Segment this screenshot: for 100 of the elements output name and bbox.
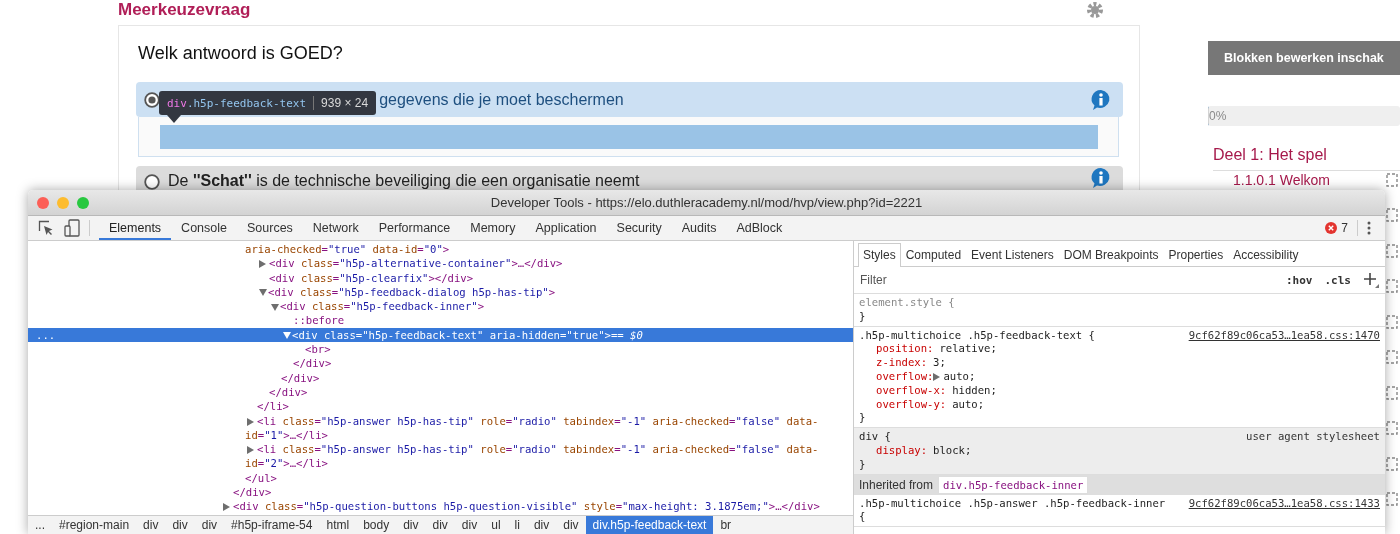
css-declaration[interactable]: z-index: 3; bbox=[859, 356, 1380, 370]
css-selector: div { bbox=[859, 430, 891, 444]
disclosure-triangle-icon[interactable] bbox=[259, 289, 267, 297]
dom-line[interactable]: <li class="h5p-answer h5p-has-tip" role="radio" tabindex="-1" aria-checked="false" data-id="1">…</li> bbox=[28, 413, 853, 443]
styles-pane-tab[interactable]: Properties bbox=[1163, 243, 1229, 266]
breadcrumb-item[interactable]: div bbox=[556, 516, 586, 534]
breadcrumb-item[interactable]: div bbox=[165, 516, 195, 534]
inherited-element-link[interactable]: div.h5p-feedback-inner bbox=[938, 475, 1089, 494]
css-declaration[interactable]: overflow-y: auto; bbox=[859, 397, 1380, 412]
completion-checkbox-icon[interactable] bbox=[1386, 173, 1398, 187]
dom-line[interactable]: <br> bbox=[28, 342, 853, 357]
radio-icon bbox=[144, 174, 160, 190]
css-selector: element.style { bbox=[859, 296, 955, 310]
breadcrumb-item[interactable]: #h5p-iframe-54 bbox=[224, 516, 320, 534]
breadcrumb-item[interactable]: ... bbox=[28, 516, 52, 534]
dom-line[interactable]: <div class="h5p-feedback-inner"> bbox=[28, 299, 853, 314]
class-toggle[interactable]: .cls bbox=[1324, 273, 1351, 287]
breadcrumb-item[interactable]: div bbox=[396, 516, 426, 534]
panel-tab[interactable]: Console bbox=[171, 216, 237, 240]
dom-line[interactable]: aria-checked="true" data-id="0"> bbox=[28, 242, 853, 257]
dom-line[interactable]: ::before bbox=[28, 313, 853, 328]
breadcrumb-item[interactable]: #region-main bbox=[52, 516, 137, 534]
completion-checkbox-icon[interactable] bbox=[1386, 421, 1398, 435]
inspector-tooltip: div.h5p-feedback-text 939 × 24 bbox=[159, 91, 377, 123]
disclosure-triangle-icon[interactable] bbox=[247, 417, 254, 426]
dom-line[interactable]: <div class="h5p-feedback-dialog h5p-has-tip"> bbox=[28, 284, 853, 300]
dom-line[interactable]: </div> bbox=[28, 384, 853, 400]
css-declaration[interactable]: overflow-x: hidden; bbox=[859, 383, 1380, 398]
rule-closing-brace: } bbox=[859, 457, 867, 472]
panel-tab[interactable]: Application bbox=[525, 216, 607, 240]
error-icon[interactable] bbox=[1325, 222, 1338, 234]
lesson-link[interactable]: 1.1.0.1 Welkom bbox=[1233, 172, 1330, 188]
window-title: Developer Tools - https://elo.duthleracademy.nl/mod/hvp/view.php?id=2221 bbox=[490, 195, 923, 210]
expand-triangle-icon[interactable] bbox=[933, 373, 941, 381]
device-toolbar-icon[interactable] bbox=[64, 219, 80, 237]
breadcrumb-item[interactable]: div bbox=[454, 516, 485, 534]
settings-icon[interactable] bbox=[1085, 0, 1105, 20]
panel-tab[interactable]: Security bbox=[606, 216, 672, 240]
edit-blocks-button[interactable]: Blokken bewerken inschak bbox=[1208, 41, 1400, 75]
panel-tab[interactable]: Sources bbox=[237, 216, 303, 240]
completion-checkbox-icon[interactable] bbox=[1386, 492, 1398, 506]
dom-line[interactable]: </div> bbox=[28, 485, 853, 500]
completion-checkbox-icon[interactable] bbox=[1386, 314, 1398, 329]
progress-label: 0% bbox=[1209, 109, 1227, 123]
completion-checkbox-icon[interactable] bbox=[1386, 243, 1398, 258]
breadcrumb-item[interactable]: div bbox=[136, 516, 166, 534]
breadcrumb-item[interactable]: li bbox=[507, 516, 527, 534]
panel-tab[interactable]: Audits bbox=[671, 216, 727, 240]
panel-tab[interactable]: Memory bbox=[460, 216, 526, 240]
styles-pane-tab[interactable]: DOM Breakpoints bbox=[1058, 243, 1164, 266]
breadcrumb-item[interactable]: br bbox=[713, 516, 739, 534]
question-title: Welk antwoord is GOED? bbox=[138, 43, 344, 64]
styles-pane-tab[interactable]: Accessibility bbox=[1228, 243, 1304, 266]
stylesheet-source[interactable]: 9cf62f89c06ca53…1ea58.css:1470 bbox=[1188, 328, 1380, 343]
styles-pane-tab[interactable]: Styles bbox=[858, 243, 901, 267]
panel-tab[interactable]: Performance bbox=[368, 216, 461, 240]
filter-field[interactable]: Filter bbox=[860, 273, 1274, 287]
stylesheet-source[interactable]: 9cf62f89c06ca53…1ea58.css:1433 bbox=[1188, 496, 1380, 525]
section-title[interactable]: Deel 1: Het spel bbox=[1213, 146, 1400, 171]
breadcrumb-item[interactable]: div bbox=[194, 516, 225, 534]
stylesheet-source: user agent stylesheet bbox=[1246, 430, 1380, 444]
more-menu-icon[interactable] bbox=[1367, 221, 1371, 235]
disclosure-triangle-icon[interactable] bbox=[259, 260, 266, 269]
breadcrumb-item[interactable]: div.h5p-feedback-text bbox=[585, 516, 714, 534]
new-rule-icon[interactable] bbox=[1363, 272, 1379, 288]
dom-line[interactable]: </div> bbox=[28, 370, 853, 385]
inspect-icon[interactable] bbox=[38, 220, 54, 236]
completion-checkbox-icon[interactable] bbox=[1386, 456, 1398, 471]
styles-pane-tab[interactable]: Event Listeners bbox=[966, 243, 1059, 266]
disclosure-triangle-icon[interactable] bbox=[247, 446, 254, 455]
css-declaration[interactable]: display: block; bbox=[859, 443, 1380, 458]
dom-line[interactable]: <li class="h5p-answer h5p-has-tip" role="radio" tabindex="-1" aria-checked="false" data-id="2">…</li> bbox=[28, 442, 853, 471]
close-button[interactable] bbox=[37, 196, 49, 209]
dom-line[interactable]: </div> bbox=[28, 356, 853, 371]
completion-checkbox-icon[interactable] bbox=[1386, 279, 1398, 293]
error-count[interactable]: 7 bbox=[1341, 221, 1348, 235]
css-declaration[interactable]: overflow: auto; bbox=[859, 370, 1380, 384]
completion-checkbox-icon[interactable] bbox=[1386, 350, 1398, 364]
breadcrumb-item[interactable]: div bbox=[526, 516, 557, 534]
panel-tab[interactable]: Elements bbox=[99, 216, 172, 240]
breadcrumb-item[interactable]: html bbox=[319, 516, 357, 534]
styles-pane-tab[interactable]: Computed bbox=[900, 243, 967, 266]
disclosure-triangle-icon[interactable] bbox=[271, 303, 279, 311]
breadcrumb-item[interactable]: div bbox=[425, 516, 455, 534]
completion-checkbox-icon[interactable] bbox=[1386, 208, 1398, 222]
dom-line[interactable]: </ul> bbox=[28, 470, 853, 486]
breadcrumb-item[interactable]: body bbox=[356, 516, 397, 534]
breadcrumb-item[interactable]: ul bbox=[484, 516, 508, 534]
panel-tab[interactable]: Network bbox=[302, 216, 369, 240]
dom-line[interactable]: </li> bbox=[28, 399, 853, 414]
answer-option[interactable]: De ''Schat'' is de technische beveiliging die een organisatie neemt bbox=[136, 166, 1123, 190]
dom-line[interactable]: <div class="h5p-clearfix"></div> bbox=[28, 270, 853, 285]
completion-checkbox-icon[interactable] bbox=[1386, 385, 1398, 400]
hover-state-toggle[interactable]: :hov bbox=[1286, 273, 1313, 287]
rule-closing-brace: } bbox=[859, 411, 867, 426]
dom-line[interactable]: <div class="h5p-alternative-container">…</div> bbox=[28, 256, 853, 271]
panel-tab[interactable]: AdBlock bbox=[726, 216, 793, 240]
css-declaration[interactable]: position: relative; bbox=[859, 342, 1380, 357]
css-selector: .h5p-multichoice .h5p-feedback-text { bbox=[859, 328, 1095, 343]
page-heading: Meerkeuzevraag bbox=[118, 0, 251, 19]
